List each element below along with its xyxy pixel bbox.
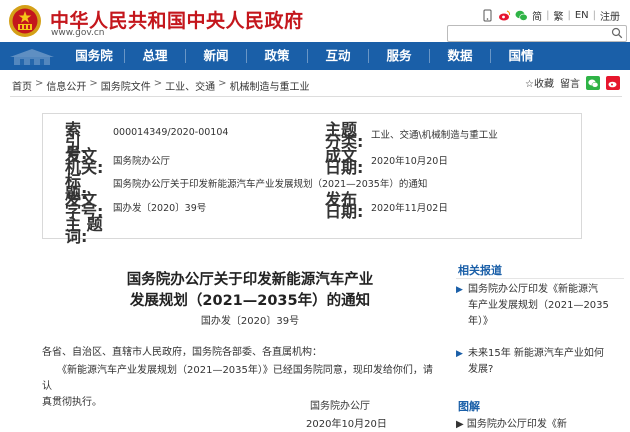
separator: | — [592, 10, 596, 21]
nav-item-national[interactable]: 国情 — [491, 42, 551, 70]
related-item[interactable]: ▶ 国务院办公厅印发《新能源汽 车产业发展规划（2021—2035 年）》 — [456, 282, 626, 330]
date-value: 2020年10月20日 — [371, 156, 448, 167]
article-paragraph-line: 《新能源汽车产业发展规划（2021—2035年）》已经国务院同意，现印发给你们，… — [42, 365, 433, 392]
lang-english-link[interactable]: EN — [575, 10, 589, 21]
top-links: 简 | 繁 | EN | 注册 — [481, 8, 620, 23]
bullet-icon: ▶ — [456, 349, 463, 359]
breadcrumb-machinery[interactable]: 机械制造与重工业 — [230, 78, 310, 93]
publish-date-value: 2020年11月02日 — [371, 203, 448, 214]
breadcrumb-separator: > — [153, 78, 163, 89]
issuer-value: 国务院办公厅 — [113, 156, 171, 167]
infographic-title: 图解 — [458, 400, 480, 413]
bullet-icon: ▶ — [456, 285, 463, 295]
mobile-icon[interactable] — [481, 9, 494, 22]
breadcrumb-separator: > — [218, 78, 227, 89]
article-doc-number: 国办发〔2020〕39号 — [200, 316, 300, 327]
category-label: 主题分类: — [325, 120, 364, 151]
breadcrumb-separator: > — [89, 78, 98, 89]
breadcrumb-info-public[interactable]: 信息公开 — [46, 78, 86, 93]
site-header: 中华人民共和国中央人民政府 www.gov.cn 简 | 繁 | EN | 注册 — [0, 0, 630, 42]
breadcrumb-separator: > — [35, 78, 44, 89]
related-item-line[interactable]: 国务院办公厅印发《新能源汽 — [456, 282, 626, 298]
search-input[interactable] — [447, 25, 627, 42]
article-paragraph: 《新能源汽车产业发展规划（2021—2035年）》已经国务院同意，现印发给你们，… — [42, 363, 442, 411]
related-reports-title: 相关报道 — [458, 264, 502, 277]
wechat-icon[interactable] — [515, 9, 528, 22]
nav-item-news[interactable]: 新闻 — [186, 42, 246, 70]
infographic-item[interactable]: ▶ 国务院办公厅印发《新 — [456, 415, 626, 430]
related-item-line[interactable]: 年）》 — [456, 314, 626, 330]
main-nav: 国务院 总理 新闻 政策 互动 服务 数据 国情 — [0, 42, 630, 70]
signature-date: 2020年10月20日 — [306, 419, 387, 430]
lang-traditional-link[interactable]: 繁 — [553, 8, 563, 23]
weibo-icon[interactable] — [498, 9, 511, 22]
nav-item-premier[interactable]: 总理 — [125, 42, 185, 70]
favorite-button[interactable]: ☆收藏 — [525, 75, 554, 90]
nav-item-data[interactable]: 数据 — [430, 42, 490, 70]
article-title-line: 发展规划（2021—2035年）的通知 — [129, 293, 371, 309]
breadcrumb-industry-transport[interactable]: 工业、交通 — [165, 78, 215, 93]
article-title-line: 国务院办公厅关于印发新能源汽车产业 — [126, 272, 374, 288]
register-link[interactable]: 注册 — [600, 8, 620, 23]
national-emblem-icon[interactable] — [8, 4, 42, 38]
nav-item-service[interactable]: 服务 — [369, 42, 429, 70]
category-value: 工业、交通\机械制造与重工业 — [371, 130, 498, 141]
site-url[interactable]: www.gov.cn — [51, 28, 104, 38]
related-item-line[interactable]: 车产业发展规划（2021—2035 — [456, 298, 626, 314]
search-icon[interactable] — [611, 27, 623, 39]
nav-item-interaction[interactable]: 互动 — [308, 42, 368, 70]
tiananmen-icon — [10, 49, 54, 65]
publish-date-label: 发布日期: — [325, 190, 364, 221]
lang-simplified-link[interactable]: 简 — [532, 8, 542, 23]
separator: | — [546, 10, 550, 21]
related-item-line[interactable]: 未来15年 新能源汽车产业如何 — [456, 346, 626, 362]
article-title: 国务院办公厅关于印发新能源汽车产业 发展规划（2021—2035年）的通知 — [80, 270, 420, 312]
breadcrumb: 首页 > 信息公开 > 国务院文件 > 工业、交通 > 机械制造与重工业 — [12, 78, 310, 93]
share-toolbar: ☆收藏 留言 — [525, 75, 620, 90]
related-item-line[interactable]: 发展? — [456, 362, 626, 378]
article-paragraph-line: 真贯彻执行。 — [42, 397, 102, 408]
date-label: 成文日期: — [325, 146, 364, 177]
related-item[interactable]: ▶ 未来15年 新能源汽车产业如何 发展? — [456, 346, 626, 378]
nav-item-policy[interactable]: 政策 — [247, 42, 307, 70]
article-salutation: 各省、自治区、直辖市人民政府，国务院各部委、各直属机构： — [42, 347, 322, 358]
index-value: 000014349/2020-00104 — [113, 127, 229, 138]
weibo-share-icon[interactable] — [606, 75, 620, 90]
document-metadata-box: 索 引 号: 000014349/2020-00104 主题分类: 工业、交通\… — [42, 113, 582, 245]
breadcrumb-home[interactable]: 首页 — [12, 78, 32, 93]
subject-label: 主 题 词: — [65, 215, 103, 246]
breadcrumb-divider — [10, 96, 622, 97]
doc-number-value: 国办发〔2020〕39号 — [113, 203, 207, 214]
breadcrumb-state-council-docs[interactable]: 国务院文件 — [101, 78, 151, 93]
title-value: 国务院办公厅关于印发新能源汽车产业发展规划（2021—2035年）的通知 — [113, 179, 428, 190]
separator: | — [567, 10, 571, 21]
issuer-label: 发文机关: — [65, 146, 104, 177]
signature-org: 国务院办公厅 — [310, 401, 370, 412]
related-divider — [456, 278, 624, 279]
wechat-share-icon[interactable] — [586, 75, 600, 90]
nav-item-state-council[interactable]: 国务院 — [64, 42, 124, 70]
comment-button[interactable]: 留言 — [560, 75, 580, 90]
